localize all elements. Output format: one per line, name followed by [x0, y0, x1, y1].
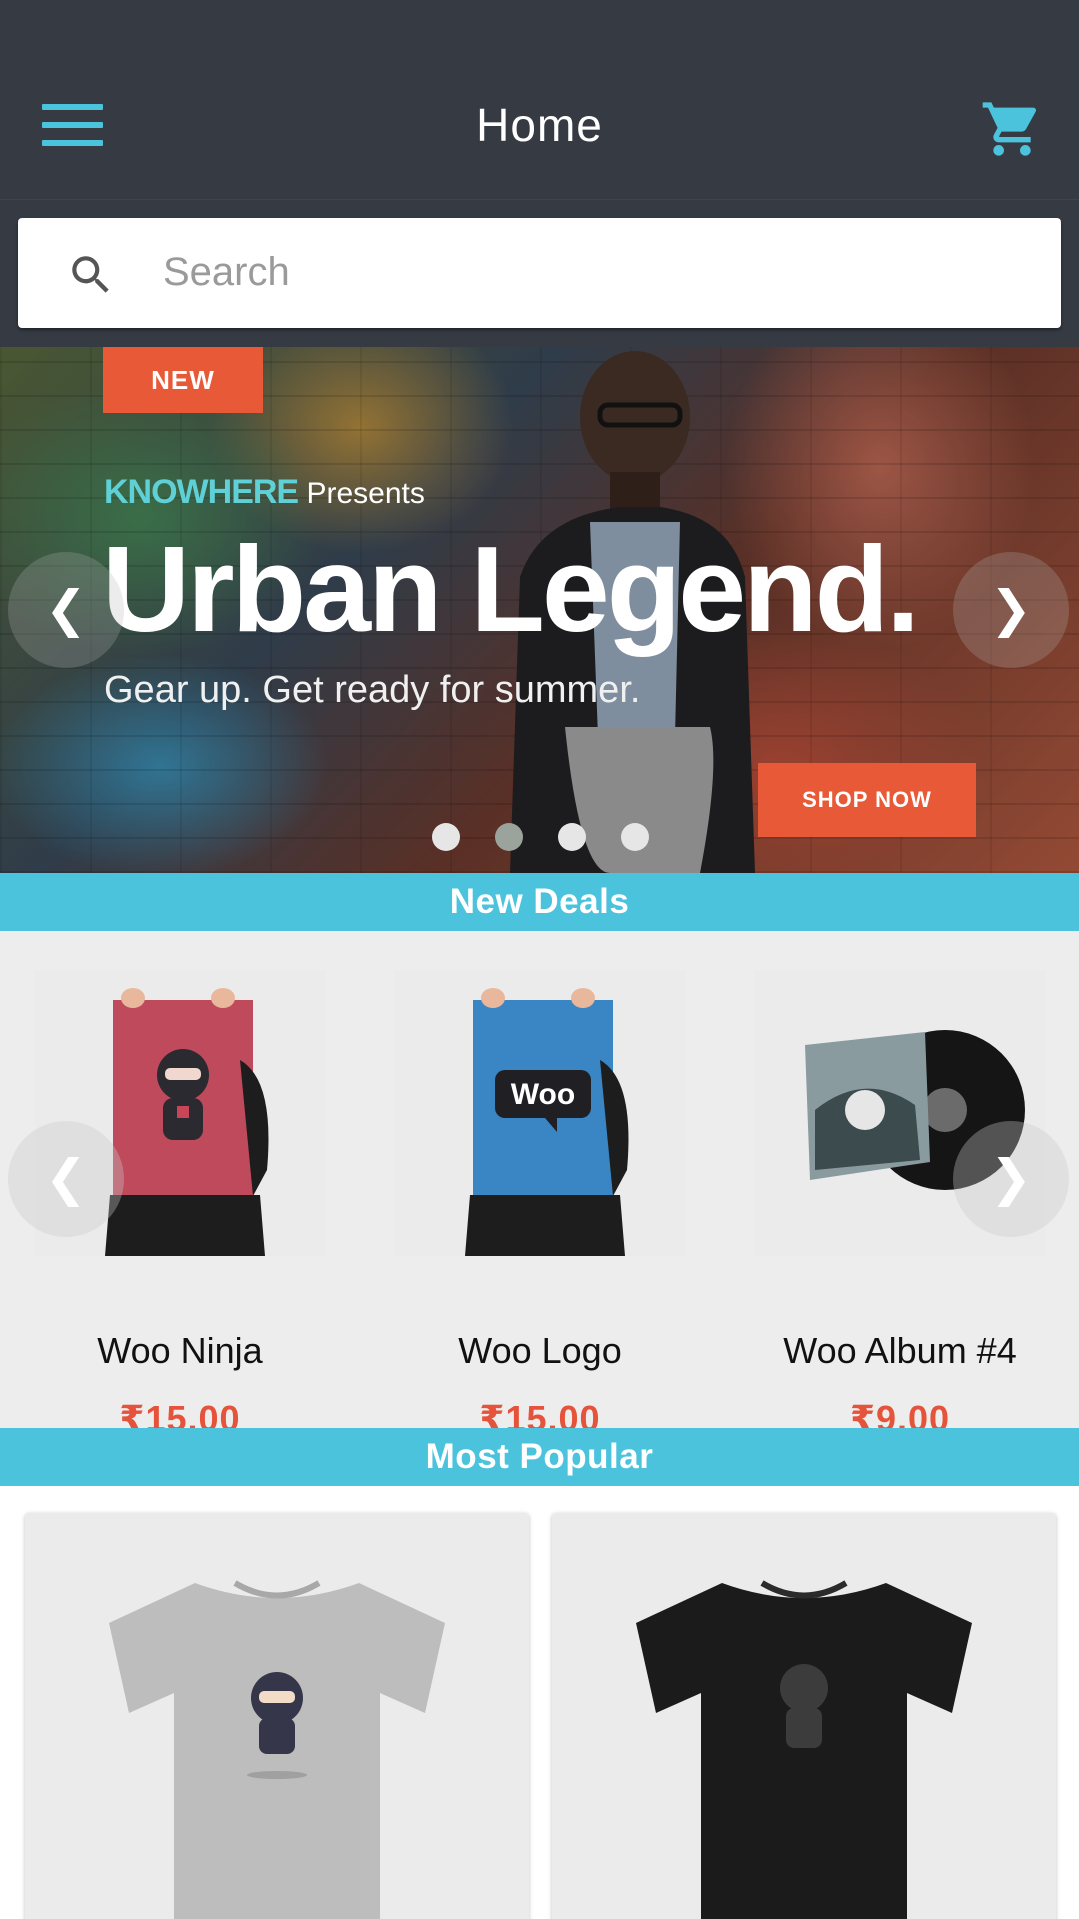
section-title-most-popular: Most Popular	[0, 1428, 1079, 1486]
popular-product-card[interactable]	[552, 1513, 1056, 1919]
carousel-dot-4[interactable]	[621, 823, 649, 851]
carousel-dot-3[interactable]	[558, 823, 586, 851]
app: Home NEW KNOWHERE Presen	[0, 0, 1079, 1919]
banner-brand-line: KNOWHERE Presents	[104, 473, 425, 512]
most-popular-grid	[0, 1486, 1079, 1919]
grey-ninja-tshirt-image	[109, 1580, 445, 1919]
deal-name: Woo Album #4	[783, 1330, 1017, 1371]
banner-presents: Presents	[306, 477, 425, 510]
svg-text:Woo: Woo	[511, 1078, 575, 1111]
new-deals-carousel: Woo Ninja ₹15.00 Woo Woo Logo ₹15.00 Woo…	[0, 931, 1079, 1439]
search-input[interactable]	[163, 236, 1023, 308]
banner-brand: KNOWHERE	[104, 473, 299, 511]
search-icon	[72, 256, 109, 293]
page-title: Home	[476, 99, 603, 151]
shopping-cart-icon[interactable]	[980, 97, 1044, 161]
deals-prev-arrow-icon[interactable]: ❮	[8, 1121, 124, 1237]
woo-logo-poster-image: Woo	[395, 970, 685, 1256]
deals-next-arrow-icon[interactable]: ❯	[953, 1121, 1069, 1237]
search-bar-container	[0, 199, 1079, 347]
new-badge: NEW	[103, 347, 263, 413]
app-header: Home	[0, 0, 1079, 199]
search-box[interactable]	[18, 218, 1061, 328]
shop-now-button[interactable]: SHOP NOW	[758, 763, 976, 837]
banner-subline: Gear up. Get ready for summer.	[104, 669, 641, 711]
banner-prev-arrow-icon[interactable]: ❮	[8, 552, 124, 668]
deal-name: Woo Ninja	[97, 1330, 263, 1371]
popular-product-card[interactable]	[25, 1513, 529, 1919]
promo-banner-carousel[interactable]: NEW KNOWHERE Presents Urban Legend. Gear…	[0, 347, 1079, 873]
black-tshirt-image	[636, 1580, 972, 1919]
deal-card[interactable]: Woo Woo Logo ₹15.00	[395, 970, 685, 1439]
section-title-new-deals: New Deals	[0, 873, 1079, 931]
deal-name: Woo Logo	[458, 1330, 622, 1371]
carousel-dot-2[interactable]	[495, 823, 523, 851]
banner-headline: Urban Legend.	[102, 521, 920, 657]
carousel-dot-1[interactable]	[432, 823, 460, 851]
banner-next-arrow-icon[interactable]: ❯	[953, 552, 1069, 668]
